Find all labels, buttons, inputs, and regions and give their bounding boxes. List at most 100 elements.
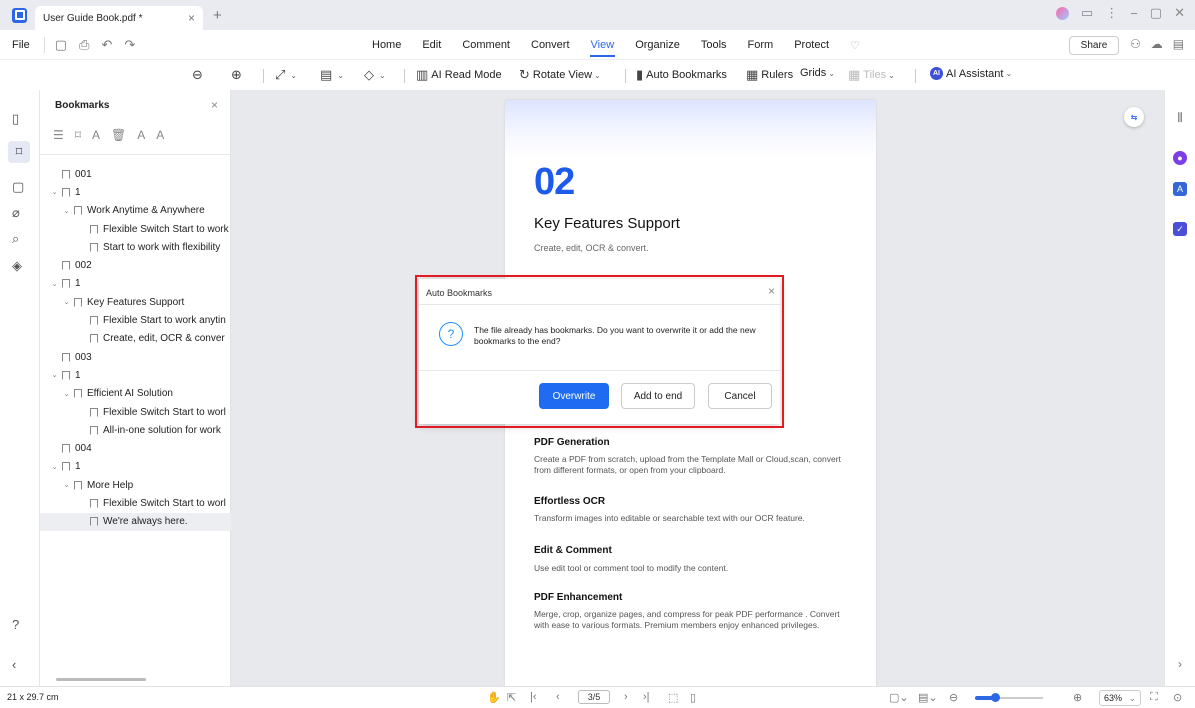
bookmark-item[interactable]: ⌄ 1 bbox=[40, 183, 231, 201]
bookmark-item[interactable]: 003 bbox=[40, 348, 231, 366]
bookmark-item[interactable]: ⌄ Work Anytime & Anywhere bbox=[40, 202, 231, 220]
rulers-button[interactable]: ▦ Rulers bbox=[746, 67, 793, 83]
zoom-in-status-icon[interactable]: ⊕ bbox=[1073, 691, 1082, 704]
minimize-icon[interactable]: − bbox=[1130, 6, 1138, 21]
page-number-input[interactable]: 3/5 bbox=[578, 690, 610, 704]
bookmark-item[interactable]: Flexible Switch Start to worl bbox=[40, 494, 231, 512]
ai-robot-icon[interactable]: ● bbox=[1173, 151, 1187, 165]
fullscreen-icon[interactable]: ⛶ bbox=[1150, 691, 1158, 704]
file-menu[interactable]: File bbox=[12, 39, 30, 51]
page-display-icon[interactable]: ▤ ⌄ bbox=[320, 67, 344, 83]
settings-icon[interactable]: ⊙ bbox=[1173, 691, 1182, 704]
bookmark-item[interactable]: ⌄ Key Features Support bbox=[40, 293, 231, 311]
decrease-font-icon[interactable]: A bbox=[156, 128, 164, 142]
delete-bookmark-icon[interactable]: 🗑 bbox=[111, 128, 126, 142]
expand-chevron-icon[interactable]: ⌄ bbox=[50, 280, 59, 288]
increase-font-icon[interactable]: A bbox=[137, 128, 145, 142]
expand-chevron-icon[interactable]: ⌄ bbox=[62, 390, 71, 398]
redo-icon[interactable]: ↷ bbox=[124, 37, 135, 53]
layers-icon[interactable]: ◈ bbox=[12, 258, 22, 274]
menu-home[interactable]: Home bbox=[372, 39, 401, 51]
fit-page-icon[interactable]: ⤢ ⌄ bbox=[275, 67, 297, 83]
close-panel-icon[interactable]: × bbox=[211, 98, 218, 112]
zoom-in-icon[interactable]: ⊕ bbox=[231, 67, 245, 83]
expand-chevron-icon[interactable]: ⌄ bbox=[50, 371, 59, 379]
tiles-button[interactable]: ▦ Tiles ⌄ bbox=[848, 67, 895, 83]
last-page-icon[interactable]: ›| bbox=[643, 691, 650, 703]
menu-organize[interactable]: Organize bbox=[635, 39, 680, 51]
comments-icon[interactable]: ▢ bbox=[12, 179, 24, 195]
view-mode-icon[interactable]: ▢⌄ bbox=[889, 691, 909, 704]
auto-bookmarks-button[interactable]: ▮ Auto Bookmarks bbox=[636, 67, 727, 83]
zoom-out-icon[interactable]: ⊖ bbox=[192, 67, 206, 83]
menu-protect[interactable]: Protect bbox=[794, 39, 829, 51]
bookmark-item[interactable]: ⌄ 1 bbox=[40, 458, 231, 476]
bookmark-item[interactable]: ⌄ 1 bbox=[40, 275, 231, 293]
print-icon[interactable]: ⎙ bbox=[79, 37, 89, 53]
next-page-icon[interactable]: › bbox=[624, 691, 628, 703]
bookmarks-panel-icon[interactable]: ⌑ bbox=[8, 141, 30, 163]
first-page-icon[interactable]: |‹ bbox=[530, 691, 537, 703]
search-icon[interactable]: ⌕ bbox=[12, 231, 19, 247]
ai-read-mode-button[interactable]: ▥ AI Read Mode bbox=[416, 67, 502, 83]
page-layout-icon[interactable]: ▤⌄ bbox=[918, 691, 938, 704]
expand-all-icon[interactable]: ☰ bbox=[53, 128, 64, 142]
translate-icon[interactable]: A bbox=[1173, 182, 1187, 196]
message-icon[interactable]: ▭ bbox=[1081, 5, 1093, 21]
more-vertical-icon[interactable]: ⋮ bbox=[1105, 5, 1118, 21]
bookmark-item[interactable]: Flexible Switch Start to work bbox=[40, 220, 231, 238]
close-tab-icon[interactable]: × bbox=[188, 11, 195, 25]
zoom-out-status-icon[interactable]: ⊖ bbox=[949, 691, 958, 704]
zoom-slider-handle[interactable] bbox=[991, 693, 1001, 702]
close-window-icon[interactable]: ✕ bbox=[1174, 5, 1185, 21]
bookmark-item[interactable]: ⌄ Efficient AI Solution bbox=[40, 385, 231, 403]
ai-assistant-button[interactable]: AI AI Assistant ⌄ bbox=[930, 67, 1012, 80]
menu-comment[interactable]: Comment bbox=[462, 39, 510, 51]
bookmark-item[interactable]: Flexible Switch Start to worl bbox=[40, 403, 231, 421]
fill-color-icon[interactable]: ◇ ⌄ bbox=[364, 67, 386, 83]
document-tab[interactable]: User Guide Book.pdf * × bbox=[35, 6, 203, 30]
bookmark-item[interactable]: We're always here. bbox=[40, 512, 231, 531]
bookmark-item[interactable]: 004 bbox=[40, 439, 231, 457]
properties-icon[interactable]: ⫼ bbox=[1173, 111, 1187, 125]
select-tool-icon[interactable]: ⇱ bbox=[507, 691, 516, 704]
grids-button[interactable]: Grids ⌄ bbox=[800, 67, 835, 79]
menu-tools[interactable]: Tools bbox=[701, 39, 727, 51]
bookmark-item[interactable]: ⌄ More Help bbox=[40, 476, 231, 494]
people-icon[interactable]: ⚇ bbox=[1130, 37, 1141, 51]
bookmark-item[interactable]: 001 bbox=[40, 165, 231, 183]
collapse-left-icon[interactable]: ‹ bbox=[12, 657, 16, 672]
add-bookmark-icon[interactable]: ⌑ bbox=[75, 128, 81, 142]
hand-tool-icon[interactable]: ✋ bbox=[487, 691, 501, 704]
restore-icon[interactable]: ▢ bbox=[1150, 5, 1162, 21]
expand-chevron-icon[interactable]: ⌄ bbox=[62, 207, 71, 215]
bookmark-item[interactable]: 002 bbox=[40, 256, 231, 274]
expand-chevron-icon[interactable]: ⌄ bbox=[62, 481, 71, 489]
bookmark-item[interactable]: Flexible Start to work anytin bbox=[40, 311, 231, 329]
pages-icon[interactable]: ▯ bbox=[12, 111, 19, 127]
menu-view[interactable]: View bbox=[589, 39, 615, 57]
avatar[interactable] bbox=[1055, 6, 1069, 20]
calendar-icon[interactable]: ▤ bbox=[1173, 37, 1184, 51]
save-icon[interactable]: ▢ bbox=[55, 37, 67, 53]
upload-icon[interactable]: ☁ bbox=[1151, 37, 1163, 51]
menu-convert[interactable]: Convert bbox=[531, 39, 570, 51]
lightbulb-icon[interactable]: ♡ bbox=[850, 39, 860, 52]
menu-edit[interactable]: Edit bbox=[422, 39, 441, 51]
attachment-icon[interactable]: ⌀ bbox=[12, 205, 20, 221]
new-tab-icon[interactable]: + bbox=[213, 7, 222, 24]
ai-bookmark-icon[interactable]: A bbox=[92, 128, 100, 142]
rotate-view-button[interactable]: ↻ Rotate View ⌄ bbox=[519, 67, 601, 83]
help-icon[interactable]: ? bbox=[12, 617, 19, 632]
fit-width-icon[interactable]: ⬚ bbox=[668, 691, 678, 704]
translate-float-button[interactable]: ⇆ bbox=[1124, 107, 1144, 127]
share-button[interactable]: Share bbox=[1069, 36, 1119, 55]
expand-chevron-icon[interactable]: ⌄ bbox=[50, 463, 59, 471]
collapse-right-icon[interactable]: › bbox=[1173, 657, 1187, 671]
expand-chevron-icon[interactable]: ⌄ bbox=[50, 188, 59, 196]
expand-chevron-icon[interactable]: ⌄ bbox=[62, 298, 71, 306]
bookmark-item[interactable]: Create, edit, OCR & conver bbox=[40, 330, 231, 348]
zoom-level-select[interactable]: 63% ⌄ bbox=[1099, 690, 1141, 706]
panel-scrollbar[interactable] bbox=[56, 678, 146, 681]
bookmark-item[interactable]: Start to work with flexibility bbox=[40, 238, 231, 256]
